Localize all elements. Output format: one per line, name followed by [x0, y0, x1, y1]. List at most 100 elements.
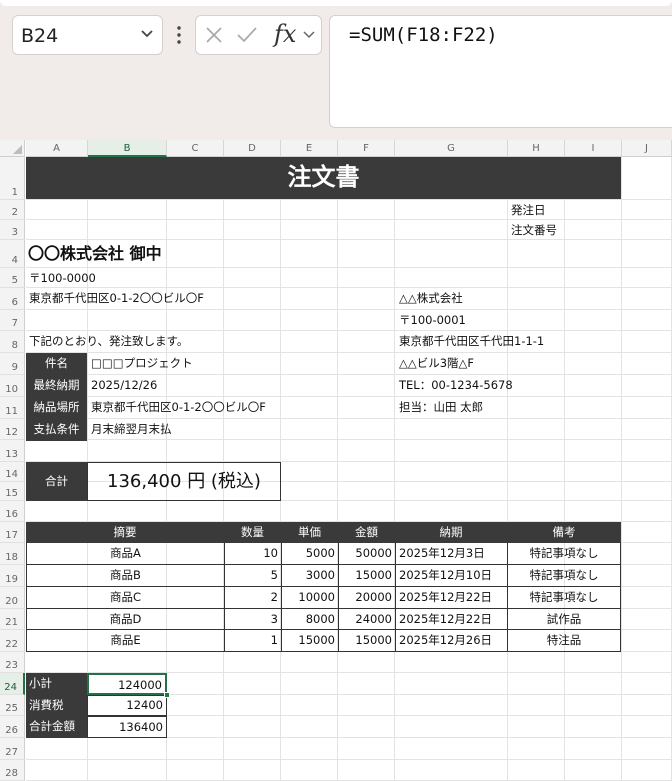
item-name-cell[interactable]: 商品A: [26, 543, 224, 565]
row-header-13[interactable]: 13: [0, 440, 25, 462]
row-header-14[interactable]: 14: [0, 462, 25, 482]
tax-label: 消費税: [26, 695, 87, 716]
insert-function-button[interactable]: fx: [274, 20, 296, 48]
item-price-cell[interactable]: 8000: [281, 609, 338, 630]
subtotal-value[interactable]: 124000: [87, 673, 167, 695]
row-header-18[interactable]: 18: [0, 543, 25, 565]
row-number: 1: [11, 187, 18, 198]
item-amount-cell[interactable]: 24000: [338, 609, 395, 630]
item-due-cell[interactable]: 2025年12月26日: [395, 630, 507, 652]
item-qty-cell[interactable]: 2: [224, 587, 281, 609]
row-header-6[interactable]: 6: [0, 288, 25, 310]
column-header-g[interactable]: G: [395, 140, 508, 157]
row-number: 26: [5, 725, 18, 736]
intro-text: 下記のとおり、発注致します。: [29, 334, 189, 348]
grand-total-value[interactable]: 136400: [87, 716, 167, 738]
column-header-a[interactable]: A: [26, 140, 88, 157]
formula-input[interactable]: =SUM(F18:F22): [329, 15, 672, 128]
item-amount-cell[interactable]: 50000: [338, 543, 395, 565]
item-name-cell[interactable]: 商品B: [26, 565, 224, 587]
item-price-cell[interactable]: 15000: [281, 630, 338, 652]
name-box[interactable]: B24: [12, 15, 163, 55]
row-header-21[interactable]: 21: [0, 609, 25, 630]
row-header-7[interactable]: 7: [0, 310, 25, 331]
row-header-8[interactable]: 8: [0, 331, 25, 353]
row-number: 17: [5, 530, 18, 541]
item-price-cell[interactable]: 10000: [281, 587, 338, 609]
item-qty-cell[interactable]: 3: [224, 609, 281, 630]
column-header-e[interactable]: E: [281, 140, 338, 157]
row-header-9[interactable]: 9: [0, 353, 25, 375]
item-qty-cell[interactable]: 10: [224, 543, 281, 565]
row-header-12[interactable]: 12: [0, 419, 25, 440]
item-note-cell[interactable]: 特記事項なし: [507, 587, 621, 609]
item-amount-cell[interactable]: 15000: [338, 630, 395, 652]
row-number: 24: [4, 682, 17, 693]
item-due-cell[interactable]: 2025年12月22日: [395, 609, 507, 630]
column-header-f[interactable]: F: [338, 140, 395, 157]
column-header-c[interactable]: C: [167, 140, 224, 157]
row-header-5[interactable]: 5: [0, 268, 25, 288]
row-number: 2: [11, 207, 18, 218]
chevron-down-icon[interactable]: [138, 24, 156, 44]
row-header-15[interactable]: 15: [0, 482, 25, 501]
row-header-10[interactable]: 10: [0, 375, 25, 397]
gridline-vertical: [507, 157, 508, 781]
item-price-cell[interactable]: 5000: [281, 543, 338, 565]
row-header-16[interactable]: 16: [0, 501, 25, 522]
tax-value[interactable]: 12400: [87, 695, 167, 716]
column-header-i[interactable]: I: [565, 140, 622, 157]
row-number: 20: [5, 596, 18, 607]
item-price-cell[interactable]: 3000: [281, 565, 338, 587]
item-name-cell[interactable]: 商品C: [26, 587, 224, 609]
row-number: 9: [11, 362, 18, 373]
row-header-27[interactable]: 27: [0, 738, 25, 760]
recipient-address: 東京都千代田区0-1-2〇〇ビル〇F: [29, 291, 204, 305]
row-header-23[interactable]: 23: [0, 652, 25, 673]
item-due-cell[interactable]: 2025年12月10日: [395, 565, 507, 587]
row-header-20[interactable]: 20: [0, 587, 25, 609]
row-header-24[interactable]: 24: [0, 673, 25, 695]
item-note-cell[interactable]: 特注品: [507, 630, 621, 652]
column-header-h[interactable]: H: [508, 140, 565, 157]
row-header-26[interactable]: 26: [0, 716, 25, 738]
column-header-j[interactable]: J: [622, 140, 672, 157]
info-label-deadline: 最終納期: [26, 375, 87, 397]
item-qty-cell[interactable]: 1: [224, 630, 281, 652]
cancel-icon[interactable]: [204, 25, 224, 45]
more-options-icon[interactable]: [176, 25, 182, 45]
row-number: 18: [5, 552, 18, 563]
column-header-b[interactable]: B: [88, 140, 167, 157]
fill-handle[interactable]: [164, 692, 170, 698]
row-header-1[interactable]: 1: [0, 157, 25, 200]
gridline-vertical: [394, 157, 395, 781]
row-header-4[interactable]: 4: [0, 240, 25, 268]
row-header-19[interactable]: 19: [0, 565, 25, 587]
column-header-d[interactable]: D: [224, 140, 281, 157]
gridline-horizontal: [26, 219, 672, 220]
chevron-down-icon[interactable]: [302, 28, 316, 42]
item-amount-cell[interactable]: 15000: [338, 565, 395, 587]
order-number-label: 注文番号: [511, 223, 557, 237]
item-due-cell[interactable]: 2025年12月3日: [395, 543, 507, 565]
item-amount-cell[interactable]: 20000: [338, 587, 395, 609]
row-header-28[interactable]: 28: [0, 760, 25, 781]
gridline-horizontal: [26, 759, 672, 760]
enter-check-icon[interactable]: [236, 25, 258, 45]
row-header-25[interactable]: 25: [0, 695, 25, 716]
recipient-name: 〇〇株式会社 御中: [28, 244, 162, 263]
row-header-17[interactable]: 17: [0, 522, 25, 543]
item-note-cell[interactable]: 特記事項なし: [507, 543, 621, 565]
item-due-cell[interactable]: 2025年12月22日: [395, 587, 507, 609]
item-name-cell[interactable]: 商品E: [26, 630, 224, 652]
item-name-cell[interactable]: 商品D: [26, 609, 224, 630]
row-header-2[interactable]: 2: [0, 200, 25, 220]
select-all-corner[interactable]: [0, 140, 25, 157]
item-note-cell[interactable]: 特記事項なし: [507, 565, 621, 587]
row-header-3[interactable]: 3: [0, 220, 25, 240]
row-header-11[interactable]: 11: [0, 397, 25, 419]
row-header-22[interactable]: 22: [0, 630, 25, 652]
item-qty-cell[interactable]: 5: [224, 565, 281, 587]
item-note-cell[interactable]: 試作品: [507, 609, 621, 630]
order-date-label: 発注日: [511, 203, 546, 217]
